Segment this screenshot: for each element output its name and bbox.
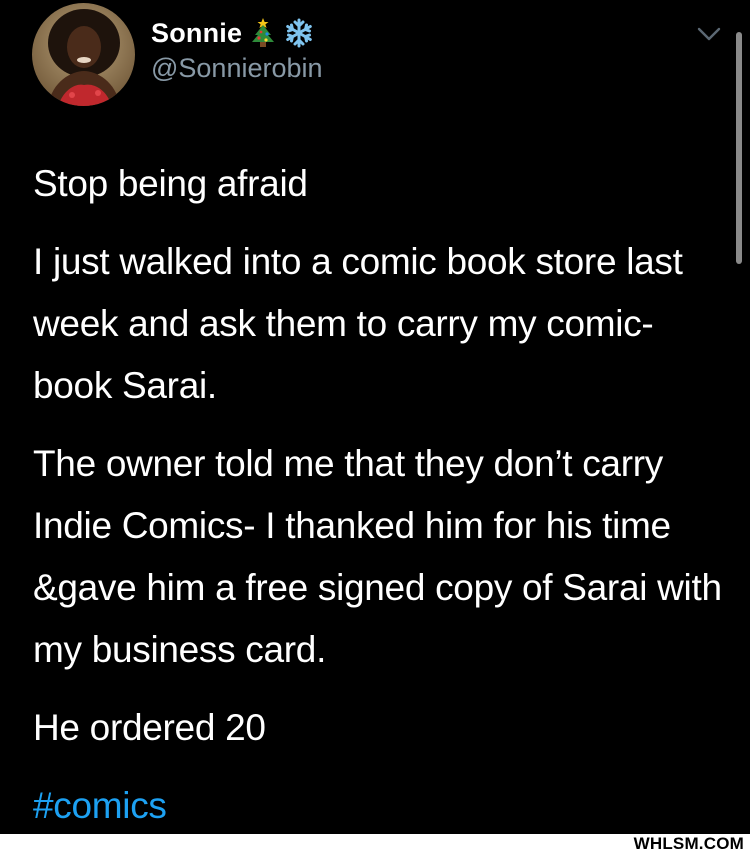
tweet-paragraph: The owner told me that they don’t carry … (33, 443, 722, 670)
watermark-text: WHLSM.COM (633, 834, 744, 853)
chevron-down-icon[interactable] (694, 22, 724, 46)
scrollbar[interactable] (736, 32, 742, 264)
tweet-card: Sonnie @Sonnierobin Stop being afraid I … (0, 0, 750, 834)
tweet-text: Stop being afraid I just walked into a c… (33, 153, 723, 837)
tweet-paragraph: I just walked into a comic book store la… (33, 241, 683, 406)
hashtag-link[interactable]: #comics (33, 775, 723, 837)
watermark-bar: WHLSM.COM (0, 834, 750, 854)
tweet-paragraph: Stop being afraid (33, 163, 308, 204)
christmas-tree-icon (248, 17, 278, 49)
snowflake-icon (284, 17, 314, 49)
display-name-row: Sonnie (151, 14, 314, 52)
avatar-image (32, 3, 135, 106)
avatar[interactable] (32, 3, 135, 106)
user-handle[interactable]: @Sonnierobin (151, 53, 323, 84)
display-name[interactable]: Sonnie (151, 18, 242, 49)
tweet-paragraph: He ordered 20 (33, 707, 266, 748)
